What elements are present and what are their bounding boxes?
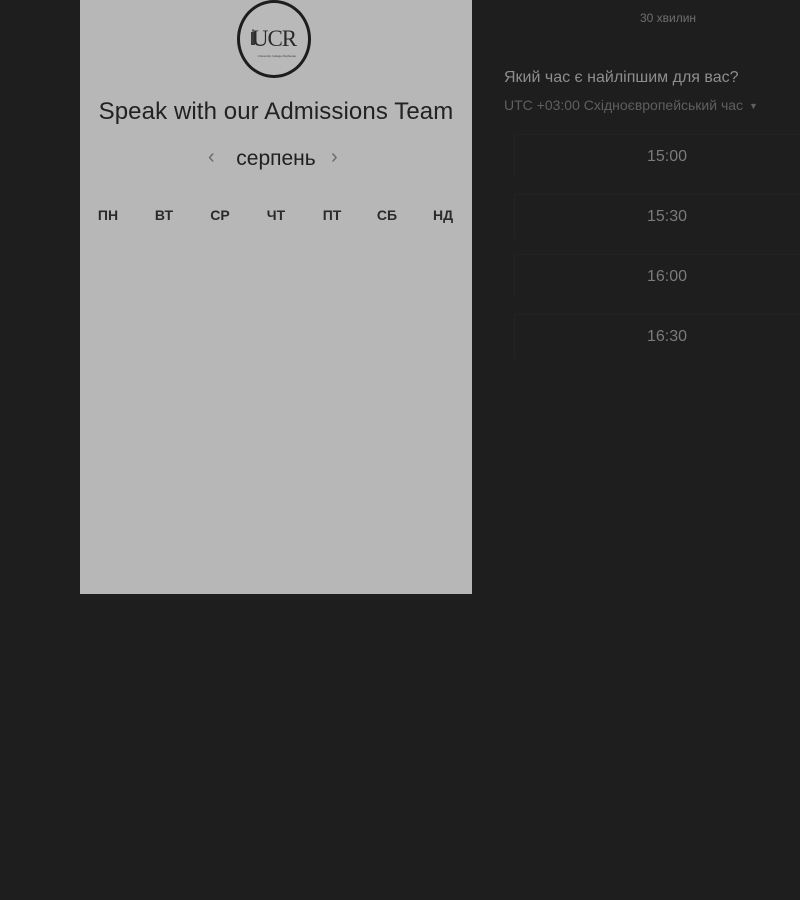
month-label: серпень — [236, 147, 316, 170]
weekday-label: ЧТ — [266, 207, 286, 223]
time-slot-label: 15:30 — [646, 208, 688, 225]
timezone-selector[interactable]: UTC +03:00 Східноєвропейський час ▼ — [504, 97, 758, 113]
weekday-label: СБ — [376, 207, 398, 223]
weekday-label: ПН — [97, 207, 119, 223]
calendar-panel: UCR University College Rochester Speak w… — [80, 0, 472, 594]
logo-subtitle: University College Rochester — [257, 54, 297, 58]
university-logo-icon: UCR University College Rochester — [237, 0, 311, 78]
time-slot-label: 15:00 — [646, 148, 688, 165]
chevron-right-icon[interactable]: › — [331, 146, 338, 169]
timezone-label: UTC +03:00 Східноєвропейський час — [504, 97, 744, 113]
page-title: Speak with our Admissions Team — [98, 98, 454, 125]
caret-down-icon: ▼ — [749, 101, 758, 112]
time-slot-button[interactable]: 16:00 — [514, 254, 800, 298]
weekday-label: СР — [210, 207, 230, 223]
weekday-label: ПТ — [322, 207, 342, 223]
time-slot-label: 16:30 — [646, 328, 688, 345]
weekday-label: ВТ — [154, 207, 174, 223]
duration-label: 30 хвилин — [639, 11, 697, 25]
time-slot-button[interactable]: 16:30 — [514, 314, 800, 358]
time-slot-label: 16:00 — [646, 268, 688, 285]
weekday-header: ПН ВТ СР ЧТ ПТ СБ НД — [80, 207, 472, 227]
logo-mark: UCR — [251, 26, 297, 51]
time-question-heading: Який час є найліпшим для вас? — [504, 69, 739, 86]
weekday-label: НД — [432, 207, 454, 223]
time-slot-button[interactable]: 15:00 — [514, 134, 800, 178]
booking-page: UCR University College Rochester Speak w… — [0, 0, 800, 900]
time-slot-button[interactable]: 15:30 — [514, 194, 800, 238]
month-navigation: ‹ серпень › — [80, 144, 472, 176]
